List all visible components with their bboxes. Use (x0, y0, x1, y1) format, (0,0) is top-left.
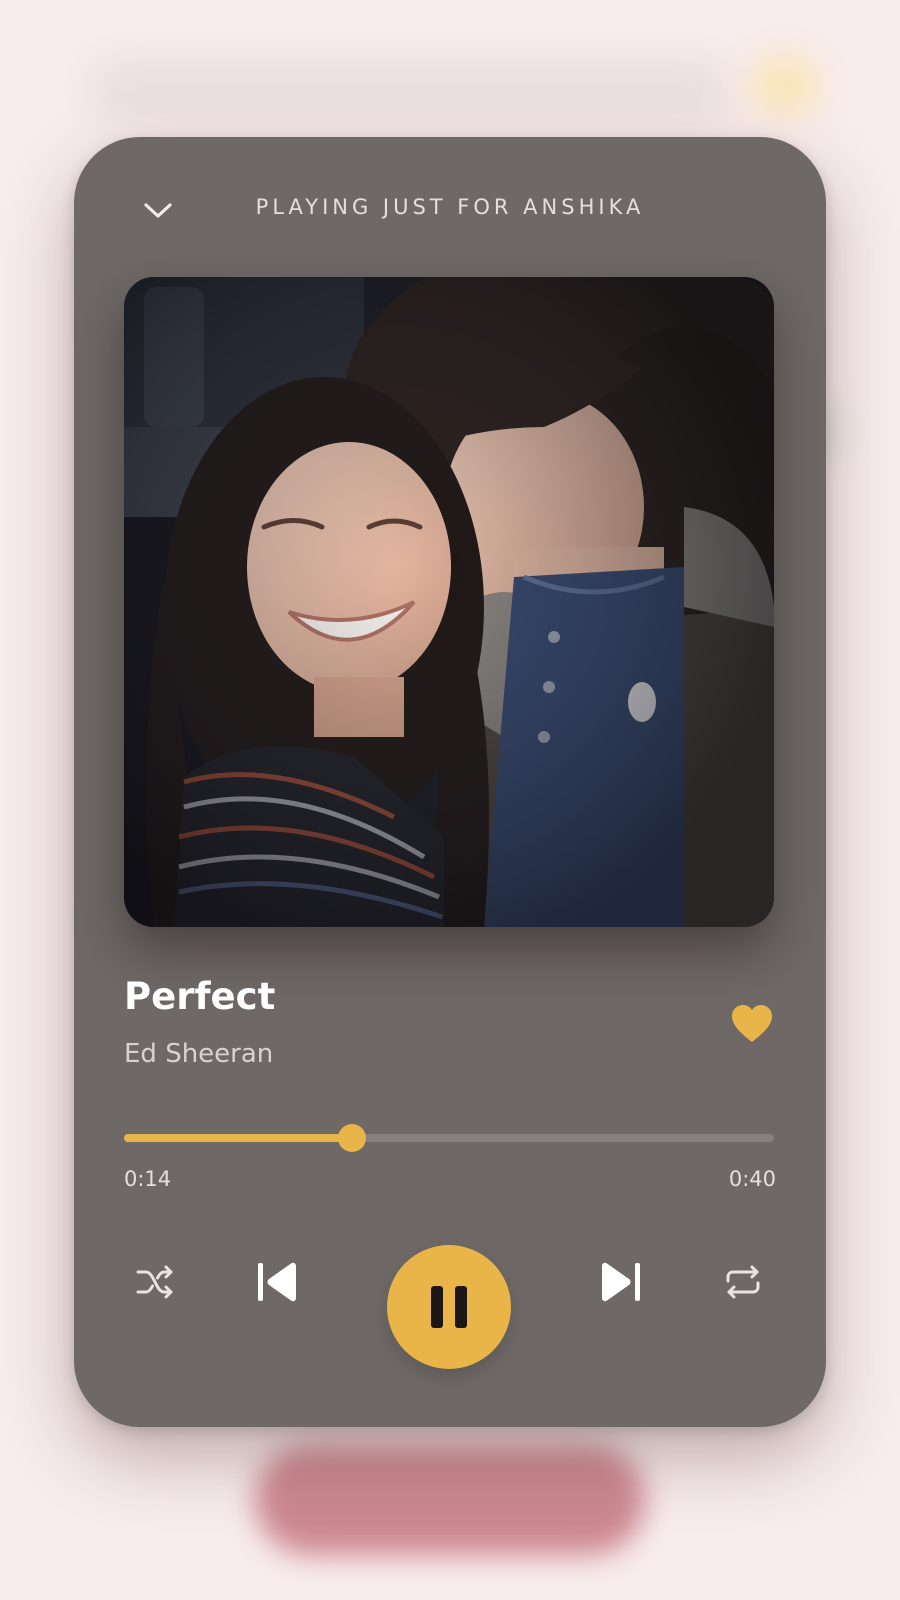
next-button[interactable] (596, 1259, 644, 1305)
repeat-button[interactable] (722, 1261, 764, 1303)
progress-handle[interactable] (337, 1124, 366, 1152)
total-time: 0:40 (728, 1167, 776, 1191)
song-artist: Ed Sheeran (124, 1039, 274, 1069)
pause-icon (431, 1286, 467, 1328)
album-art (124, 277, 774, 927)
progress-bar[interactable] (124, 1124, 774, 1152)
background-blur-button (255, 1445, 645, 1555)
header-title: PLAYING JUST FOR ANSHIKA (255, 195, 645, 219)
repeat-icon (726, 1265, 760, 1299)
progress-fill (124, 1134, 352, 1142)
music-player-card: PLAYING JUST FOR ANSHIKA Perfect Ed Shee… (74, 137, 826, 1427)
shuffle-button[interactable] (134, 1261, 176, 1303)
chevron-down-icon[interactable] (140, 193, 176, 229)
elapsed-time: 0:14 (124, 1167, 172, 1191)
skip-next-icon (602, 1262, 640, 1302)
background-blur-dot (750, 55, 820, 115)
song-title: Perfect (124, 975, 276, 1018)
play-pause-button[interactable] (387, 1245, 511, 1369)
skip-previous-icon (258, 1262, 296, 1302)
background-blur-bar (90, 60, 730, 120)
shuffle-icon (136, 1265, 173, 1299)
previous-button[interactable] (254, 1259, 302, 1305)
heart-icon[interactable] (730, 1004, 774, 1044)
